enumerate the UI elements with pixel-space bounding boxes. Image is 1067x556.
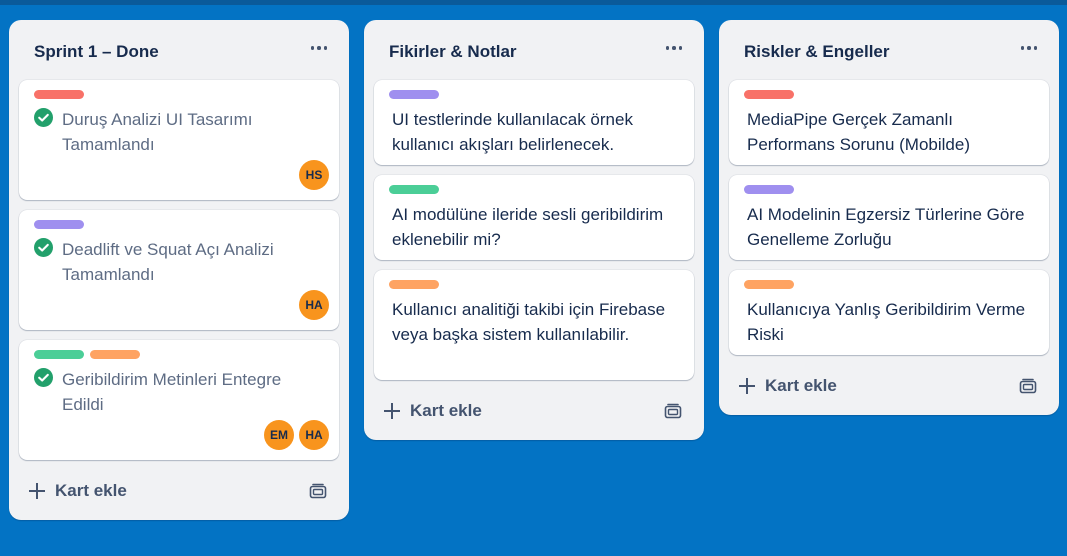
list-title[interactable]: Fikirler & Notlar (389, 42, 517, 62)
card[interactable]: AI modülüne ileride sesli geribildirim e… (374, 175, 694, 260)
card-labels (34, 220, 84, 229)
list-header: Riskler & Engeller (719, 20, 1059, 80)
card-title: UI testlerinde kullanılacak örnek kullan… (392, 110, 633, 154)
add-card-button[interactable]: Kart ekle (384, 396, 482, 426)
card-title: MediaPipe Gerçek Zamanlı Performans Soru… (747, 110, 970, 154)
label-orange[interactable] (90, 350, 140, 359)
card-labels (744, 90, 794, 99)
avatar[interactable]: HS (299, 160, 329, 190)
card-template-icon[interactable] (664, 402, 682, 420)
card-title: Kullanıcı analitiği takibi için Firebase… (392, 300, 666, 344)
list-header: Sprint 1 – Done (9, 20, 349, 80)
check-circle-icon (34, 238, 53, 257)
label-red[interactable] (34, 90, 84, 99)
card-labels (389, 90, 439, 99)
label-orange[interactable] (389, 280, 439, 289)
label-green[interactable] (34, 350, 84, 359)
add-card-label: Kart ekle (55, 481, 127, 500)
check-circle-icon (34, 368, 53, 387)
top-bar (0, 0, 1067, 5)
list-title[interactable]: Sprint 1 – Done (34, 42, 159, 62)
label-red[interactable] (744, 90, 794, 99)
add-card-label: Kart ekle (765, 376, 837, 395)
label-purple[interactable] (744, 185, 794, 194)
card[interactable]: AI Modelinin Egzersiz Türlerine Göre Gen… (729, 175, 1049, 260)
plus-icon (29, 483, 45, 499)
card-template-icon[interactable] (1019, 377, 1037, 395)
card-labels (34, 90, 84, 99)
card[interactable]: Duruş Analizi UI Tasarımı Tamamlandı HS (19, 80, 339, 200)
card-members: HA (299, 290, 329, 320)
card[interactable]: MediaPipe Gerçek Zamanlı Performans Soru… (729, 80, 1049, 165)
list-title[interactable]: Riskler & Engeller (744, 42, 890, 62)
card[interactable]: Deadlift ve Squat Açı Analizi Tamamlandı… (19, 210, 339, 330)
avatar[interactable]: HA (299, 290, 329, 320)
card-title: Kullanıcıya Yanlış Geribildirim Verme Ri… (747, 300, 1026, 344)
check-circle-icon (34, 108, 53, 127)
list-menu-icon[interactable] (662, 36, 686, 60)
card-title: AI Modelinin Egzersiz Türlerine Göre Gen… (747, 205, 1025, 249)
card-title: Duruş Analizi UI Tasarımı Tamamlandı (62, 110, 253, 154)
card-labels (744, 280, 794, 289)
card[interactable]: Kullanıcı analitiği takibi için Firebase… (374, 270, 694, 380)
avatar[interactable]: HA (299, 420, 329, 450)
card[interactable]: UI testlerinde kullanılacak örnek kullan… (374, 80, 694, 165)
label-purple[interactable] (34, 220, 84, 229)
label-purple[interactable] (389, 90, 439, 99)
card-template-icon[interactable] (309, 482, 327, 500)
label-green[interactable] (389, 185, 439, 194)
avatar[interactable]: EM (264, 420, 294, 450)
card[interactable]: Geribildirim Metinleri Entegre Edildi EM… (19, 340, 339, 460)
list-header: Fikirler & Notlar (364, 20, 704, 80)
card-labels (744, 185, 794, 194)
plus-icon (384, 403, 400, 419)
list-fikirler-notlar: Fikirler & Notlar UI testlerinde kullanı… (364, 20, 704, 440)
card-title: Geribildirim Metinleri Entegre Edildi (62, 370, 282, 414)
list-menu-icon[interactable] (1017, 36, 1041, 60)
list-menu-icon[interactable] (307, 36, 331, 60)
card-members: HS (299, 160, 329, 190)
card[interactable]: Kullanıcıya Yanlış Geribildirim Verme Ri… (729, 270, 1049, 355)
card-title: Deadlift ve Squat Açı Analizi Tamamlandı (62, 240, 274, 284)
plus-icon (739, 378, 755, 394)
add-card-label: Kart ekle (410, 401, 482, 420)
list-riskler-engeller: Riskler & Engeller MediaPipe Gerçek Zama… (719, 20, 1059, 415)
card-labels (389, 280, 439, 289)
list-sprint-1-done: Sprint 1 – Done Duruş Analizi UI Tasarım… (9, 20, 349, 520)
add-card-button[interactable]: Kart ekle (29, 476, 127, 506)
add-card-button[interactable]: Kart ekle (739, 371, 837, 401)
card-labels (389, 185, 439, 194)
card-title: AI modülüne ileride sesli geribildirim e… (392, 205, 664, 249)
label-orange[interactable] (744, 280, 794, 289)
card-labels (34, 350, 140, 359)
card-members: EM HA (264, 420, 329, 450)
